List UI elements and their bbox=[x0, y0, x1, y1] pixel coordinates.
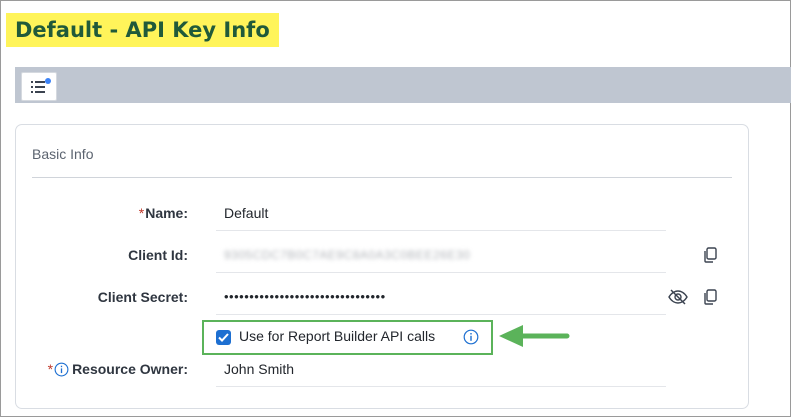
client-secret-label: Client Secret: bbox=[97, 289, 188, 305]
client-id-label: Client Id: bbox=[128, 247, 188, 263]
field-underline bbox=[216, 230, 666, 231]
client-id-row: Client Id: 9305CDC7B0C7AE9C8A0A3C0BEE26E… bbox=[16, 245, 748, 275]
panel-divider bbox=[32, 177, 732, 178]
resource-owner-label-text: Resource Owner: bbox=[72, 361, 188, 377]
client-secret-row: Client Secret: •••••••••••••••••••••••••… bbox=[16, 287, 748, 317]
annotation-arrow bbox=[499, 325, 570, 347]
name-value[interactable]: Default bbox=[224, 203, 268, 223]
copy-icon bbox=[704, 289, 717, 305]
copy-icon bbox=[704, 247, 717, 263]
name-row: * Name: Default bbox=[16, 203, 748, 233]
resource-owner-row: * Resource Owner: John Smith bbox=[16, 359, 748, 389]
report-builder-checkbox-highlight: Use for Report Builder API calls bbox=[202, 320, 493, 355]
copy-client-id-button[interactable] bbox=[700, 245, 720, 265]
resource-owner-label: * Resource Owner: bbox=[48, 359, 188, 379]
toggle-secret-visibility-button[interactable] bbox=[668, 287, 688, 307]
field-underline bbox=[216, 272, 666, 273]
info-icon[interactable] bbox=[54, 362, 69, 377]
resource-owner-value[interactable]: John Smith bbox=[224, 359, 294, 379]
panel-title: Basic Info bbox=[32, 146, 94, 162]
required-mark: * bbox=[47, 361, 54, 377]
info-icon[interactable] bbox=[463, 329, 479, 345]
list-view-button[interactable] bbox=[21, 72, 57, 101]
copy-client-secret-button[interactable] bbox=[700, 287, 720, 307]
name-label: * Name: bbox=[139, 203, 188, 223]
field-underline bbox=[216, 386, 666, 387]
toolbar bbox=[15, 67, 791, 103]
eye-off-icon bbox=[668, 289, 688, 305]
page-title: Default - API Key Info bbox=[6, 13, 279, 47]
client-id-value: 9305CDC7B0C7AE9C8A0A3C0BEE26E30 bbox=[224, 248, 471, 262]
notification-dot bbox=[45, 78, 51, 84]
field-underline bbox=[216, 314, 666, 315]
client-secret-value[interactable]: •••••••••••••••••••••••••••••••• bbox=[224, 287, 386, 307]
report-builder-checkbox[interactable] bbox=[216, 330, 231, 345]
required-mark: * bbox=[138, 205, 145, 221]
name-label-text: Name: bbox=[145, 205, 188, 221]
basic-info-panel: Basic Info * Name: Default Client Id: 93… bbox=[15, 124, 749, 409]
checkmark-icon bbox=[218, 333, 229, 342]
report-builder-label[interactable]: Use for Report Builder API calls bbox=[239, 328, 435, 344]
